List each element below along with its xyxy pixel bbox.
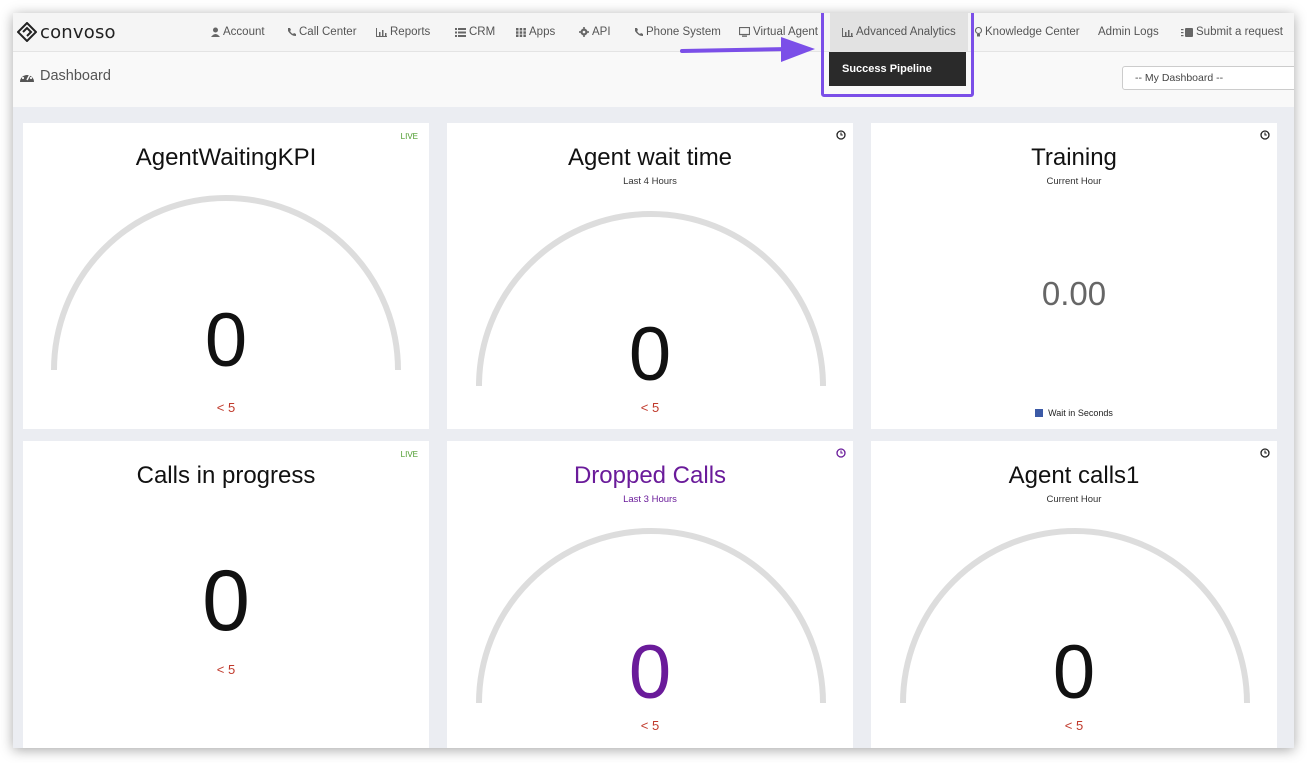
legend-label: Wait in Seconds — [1048, 408, 1113, 418]
nav-submit-request[interactable]: Submit a request — [1181, 13, 1283, 51]
legend-swatch — [1035, 409, 1044, 417]
clock-icon — [1260, 130, 1270, 140]
widget-value: 0.00 — [1041, 275, 1107, 312]
nav-knowledge-center-label: Knowledge Center — [985, 26, 1080, 38]
nav-api[interactable]: API — [579, 13, 611, 51]
widget-subtitle: Current Hour — [1046, 176, 1102, 187]
app-window: convoso Account Call Center Reports CRM … — [13, 13, 1294, 748]
user-icon — [211, 27, 220, 37]
widget-value: 0 — [204, 298, 248, 383]
nav-account[interactable]: Account — [211, 13, 265, 51]
grid-icon — [516, 27, 526, 37]
widget-calls-in-progress[interactable]: LIVE Calls in progress 0 < 5 — [23, 441, 429, 748]
top-nav: convoso Account Call Center Reports CRM … — [13, 13, 1294, 97]
widget-value: 0 — [202, 553, 250, 649]
nav-call-center[interactable]: Call Center — [287, 13, 357, 51]
phone-icon — [288, 28, 296, 36]
nav-reports[interactable]: Reports — [376, 13, 430, 51]
callout-arrow-icon — [680, 37, 815, 62]
widget-threshold: < 5 — [640, 718, 660, 733]
widget-agent-calls1[interactable]: Agent calls1 Current Hour 0 < 5 — [871, 441, 1277, 748]
dashboard-select[interactable]: -- My Dashboard -- — [1122, 66, 1294, 90]
nav-apps[interactable]: Apps — [516, 13, 555, 51]
nav-call-center-label: Call Center — [299, 26, 357, 38]
chart-legend: Wait in Seconds — [871, 408, 1277, 418]
widget-value: 0 — [628, 630, 672, 715]
nav-admin-logs-label: Admin Logs — [1098, 26, 1159, 38]
phone-icon — [635, 28, 643, 36]
nav-submit-request-label: Submit a request — [1196, 26, 1283, 38]
dashboard-icon — [20, 71, 34, 82]
widget-title: Training — [1031, 144, 1117, 171]
nav-knowledge-center[interactable]: Knowledge Center — [975, 13, 1080, 51]
widget-agentwaitingkpi[interactable]: LIVE AgentWaitingKPI 0 < 5 — [23, 123, 429, 429]
nav-account-label: Account — [223, 26, 265, 38]
widget-title: Calls in progress — [136, 462, 316, 489]
nav-crm[interactable]: CRM — [455, 13, 495, 51]
nav-apps-label: Apps — [529, 26, 556, 38]
widget-agent-wait-time[interactable]: Agent wait time Last 4 Hours 0 < 5 — [447, 123, 853, 429]
callout-highlight-box — [821, 13, 974, 97]
nav-api-label: API — [592, 26, 611, 38]
widget-value: 0 — [628, 312, 672, 397]
page-title-text: Dashboard — [40, 68, 111, 84]
page-header: Dashboard -- My Dashboard -- — [13, 52, 1294, 107]
nav-reports-label: Reports — [390, 26, 431, 38]
widget-dropped-calls[interactable]: Dropped Calls Last 3 Hours 0 < 5 — [447, 441, 853, 748]
gear-icon — [579, 27, 589, 37]
logo-text: convoso — [40, 21, 116, 43]
lightbulb-icon — [975, 27, 982, 37]
logo[interactable]: convoso — [17, 21, 116, 43]
nav-crm-label: CRM — [469, 26, 496, 38]
list-icon — [455, 27, 466, 37]
widget-value: 0 — [1052, 630, 1096, 715]
widget-training[interactable]: Training Current Hour 0.00 Wait in Secon… — [871, 123, 1277, 429]
widget-threshold: < 5 — [216, 400, 236, 415]
convoso-logo-icon — [17, 22, 37, 42]
page-title: Dashboard — [19, 68, 111, 84]
ticket-icon — [1181, 27, 1193, 37]
widget-threshold: < 5 — [216, 662, 236, 677]
bar-chart-icon — [376, 27, 387, 37]
widget-threshold: < 5 — [1064, 718, 1084, 733]
widget-threshold: < 5 — [640, 400, 660, 415]
live-badge: LIVE — [400, 450, 418, 459]
nav-admin-logs[interactable]: Admin Logs — [1098, 13, 1159, 51]
